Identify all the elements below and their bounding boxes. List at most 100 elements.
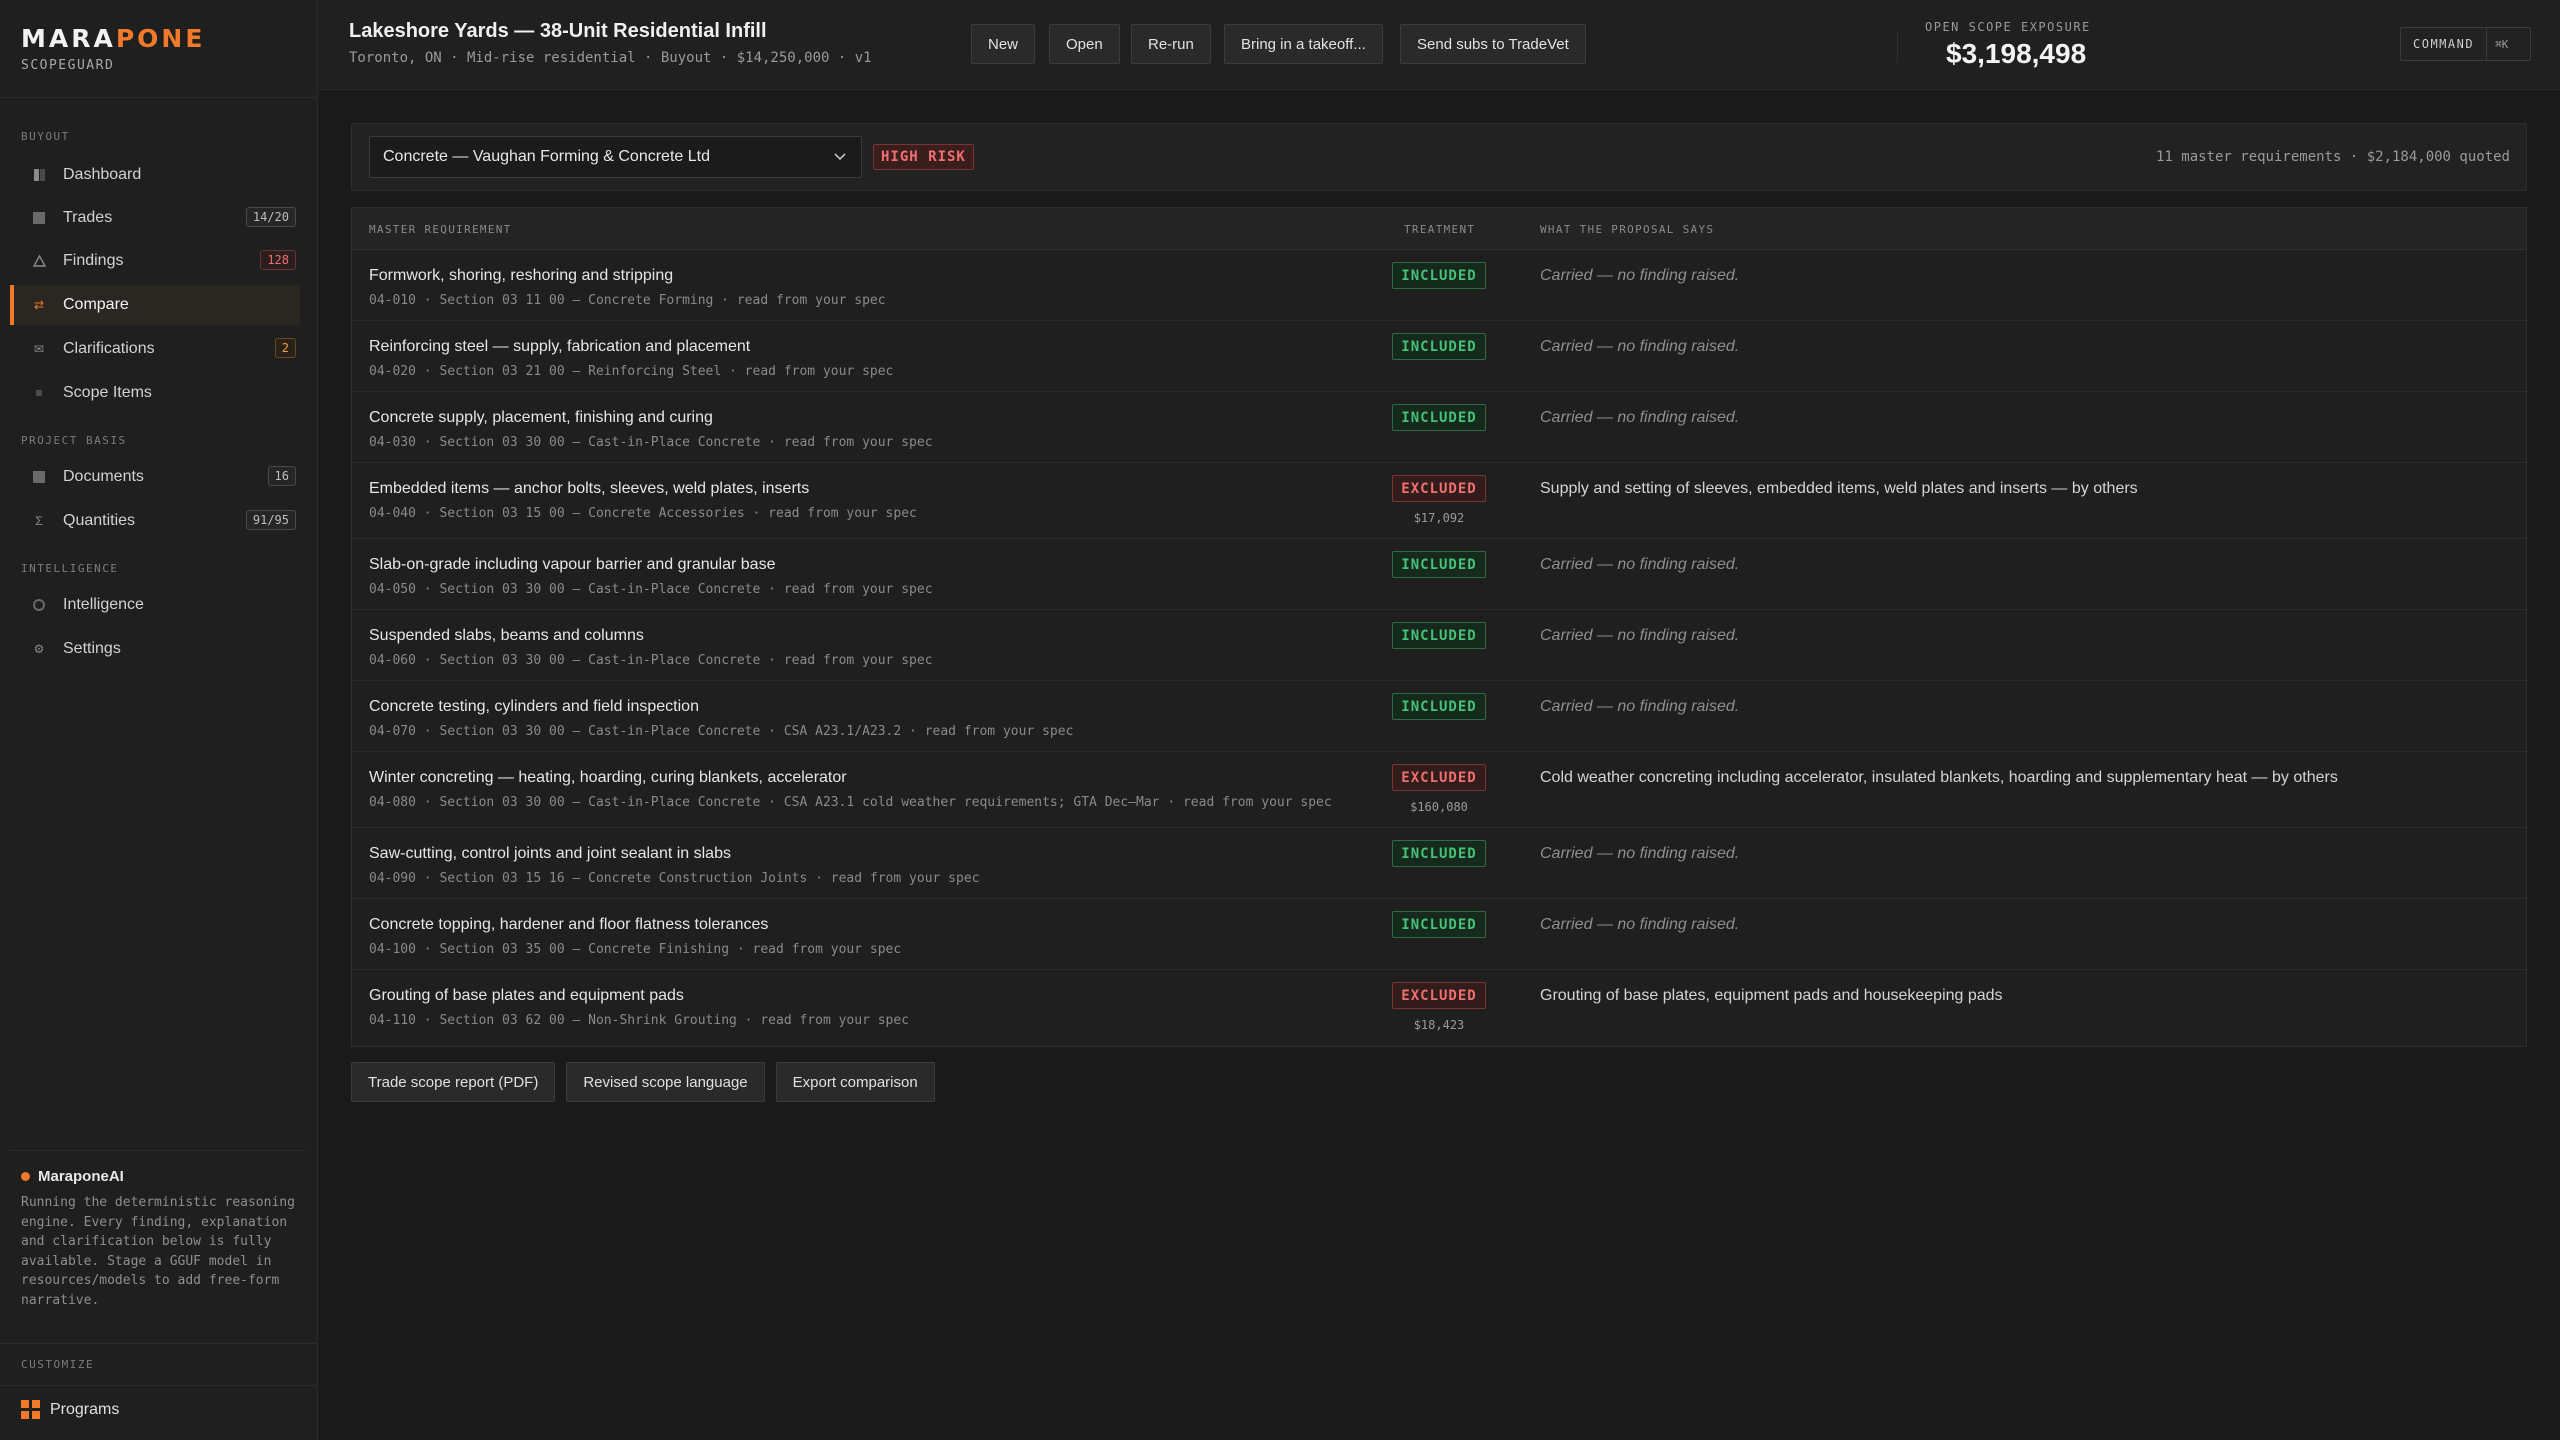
table-row[interactable]: Grouting of base plates and equipment pa… — [352, 970, 2526, 1046]
section-label-intelligence: INTELLIGENCE — [21, 562, 119, 575]
requirement-meta: 04-110 · Section 03 62 00 — Non-Shrink G… — [369, 1013, 910, 1028]
section-label-project-basis: PROJECT BASIS — [21, 434, 127, 447]
treatment-badge: INCLUDED — [1392, 840, 1486, 867]
divider — [10, 1150, 306, 1151]
proposal-text: Carried — no finding raised. — [1540, 698, 1740, 715]
requirement-meta: 04-040 · Section 03 15 00 — Concrete Acc… — [369, 506, 917, 521]
requirement-title: Concrete testing, cylinders and field in… — [369, 698, 699, 715]
programs-button[interactable]: Programs — [21, 1400, 119, 1419]
proposal-text: Grouting of base plates, equipment pads … — [1540, 987, 2003, 1004]
requirement-title: Slab-on-grade including vapour barrier a… — [369, 556, 776, 573]
column-header: WHAT THE PROPOSAL SAYS — [1540, 223, 1715, 236]
requirement-meta: 04-050 · Section 03 30 00 — Cast-in-Plac… — [369, 582, 933, 597]
treatment-badge: EXCLUDED — [1392, 475, 1486, 502]
proposal-text: Carried — no finding raised. — [1540, 338, 1740, 355]
sidebar-item-scope-items[interactable]: ≡ Scope Items — [10, 373, 300, 413]
section-label-buyout: BUYOUT — [21, 130, 70, 143]
warning-icon — [32, 254, 46, 268]
bring-in-takeoff-button[interactable]: Bring in a takeoff... — [1224, 24, 1383, 64]
top-header: Lakeshore Yards — 38-Unit Residential In… — [319, 0, 2560, 90]
send-subs-button[interactable]: Send subs to TradeVet — [1400, 24, 1586, 64]
table-row[interactable]: Slab-on-grade including vapour barrier a… — [352, 539, 2526, 610]
sidebar-item-intelligence[interactable]: Intelligence — [10, 585, 300, 625]
chevron-down-icon — [833, 148, 847, 171]
table-row[interactable]: Reinforcing steel — supply, fabrication … — [352, 321, 2526, 392]
trade-scope-report-button[interactable]: Trade scope report (PDF) — [351, 1062, 556, 1102]
proposal-text: Carried — no finding raised. — [1540, 556, 1740, 573]
open-button[interactable]: Open — [1049, 24, 1120, 64]
sigma-icon: Σ — [35, 514, 43, 528]
requirement-title: Saw-cutting, control joints and joint se… — [369, 845, 731, 862]
requirement-meta: 04-090 · Section 03 15 16 — Concrete Con… — [369, 871, 980, 886]
table-row[interactable]: Formwork, shoring, reshoring and strippi… — [352, 250, 2526, 321]
sidebar-item-quantities[interactable]: Σ Quantities 91/95 — [10, 501, 300, 541]
proposal-text: Carried — no finding raised. — [1540, 845, 1740, 862]
sidebar-item-trades[interactable]: Trades 14/20 — [10, 198, 300, 238]
status-dot-icon — [21, 1172, 30, 1181]
table-header: MASTER REQUIREMENT TREATMENT WHAT THE PR… — [352, 208, 2526, 250]
ai-description: Running the deterministic reasoning engi… — [21, 1195, 295, 1308]
exposure-amount: $18,423 — [1413, 1018, 1465, 1032]
revised-scope-language-button[interactable]: Revised scope language — [566, 1062, 765, 1102]
divider — [1897, 30, 1898, 62]
proposal-text: Supply and setting of sleeves, embedded … — [1540, 480, 2138, 497]
table-row[interactable]: Saw-cutting, control joints and joint se… — [352, 828, 2526, 899]
table-row[interactable]: Winter concreting — heating, hoarding, c… — [352, 752, 2526, 828]
export-comparison-button[interactable]: Export comparison — [775, 1062, 935, 1102]
column-header: TREATMENT — [1404, 223, 1476, 236]
dashboard-icon — [32, 168, 46, 182]
treatment-badge: EXCLUDED — [1392, 982, 1486, 1009]
risk-badge: HIGH RISK — [873, 144, 974, 170]
sidebar-item-dashboard[interactable]: Dashboard — [10, 155, 300, 195]
divider — [0, 1343, 318, 1344]
sidebar-item-findings[interactable]: Findings 128 — [10, 241, 300, 281]
count-badge: 16 — [267, 466, 296, 486]
rerun-button[interactable]: Re-run — [1131, 24, 1211, 64]
gear-icon: ⚙ — [33, 642, 45, 656]
requirement-title: Concrete supply, placement, finishing an… — [369, 409, 713, 426]
proposal-text: Carried — no finding raised. — [1540, 916, 1740, 933]
sidebar-item-documents[interactable]: Documents 16 — [10, 457, 300, 497]
proposal-text: Carried — no finding raised. — [1540, 409, 1740, 426]
brand-name-accent: PONE — [115, 24, 206, 53]
section-label-customize: CUSTOMIZE — [21, 1358, 95, 1371]
requirement-meta: 04-100 · Section 03 35 00 — Concrete Fin… — [369, 942, 902, 957]
treatment-badge: INCLUDED — [1392, 622, 1486, 649]
comparison-table: MASTER REQUIREMENT TREATMENT WHAT THE PR… — [351, 207, 2527, 1047]
exposure-amount: $160,080 — [1410, 800, 1468, 814]
report-actions: Trade scope report (PDF) Revised scope l… — [351, 1062, 935, 1102]
project-title: Lakeshore Yards — 38-Unit Residential In… — [349, 20, 767, 42]
exposure-amount: $17,092 — [1413, 511, 1465, 525]
table-row[interactable]: Embedded items — anchor bolts, sleeves, … — [352, 463, 2526, 539]
brand-logo[interactable]: MARAPONE SCOPEGUARD — [21, 24, 205, 73]
requirement-meta: 04-030 · Section 03 30 00 — Cast-in-Plac… — [369, 435, 933, 450]
sidebar-item-label: Trades — [63, 209, 113, 226]
table-row[interactable]: Concrete testing, cylinders and field in… — [352, 681, 2526, 752]
table-row[interactable]: Concrete topping, hardener and floor fla… — [352, 899, 2526, 970]
sidebar-item-label: Documents — [63, 468, 144, 485]
sidebar-item-label: Compare — [63, 296, 129, 313]
table-row[interactable]: Concrete supply, placement, finishing an… — [352, 392, 2526, 463]
sidebar-item-label: Dashboard — [63, 166, 142, 183]
command-palette-button[interactable]: COMMAND ⌘K — [2400, 27, 2531, 61]
project-meta: Toronto, ON · Mid-rise residential · Buy… — [349, 50, 872, 66]
circle-icon — [32, 598, 46, 612]
trade-filter-bar: Concrete — Vaughan Forming & Concrete Lt… — [351, 123, 2527, 191]
requirement-meta: 04-010 · Section 03 11 00 — Concrete For… — [369, 293, 886, 308]
proposal-text: Cold weather concreting including accele… — [1540, 769, 2338, 786]
treatment-badge: INCLUDED — [1392, 551, 1486, 578]
compare-arrows-icon: ⇄ — [33, 298, 45, 312]
table-row[interactable]: Suspended slabs, beams and columns 04-06… — [352, 610, 2526, 681]
requirement-title: Suspended slabs, beams and columns — [369, 627, 644, 644]
sidebar-item-clarifications[interactable]: ✉ Clarifications 2 — [10, 329, 300, 369]
trade-select[interactable]: Concrete — Vaughan Forming & Concrete Lt… — [369, 136, 862, 178]
requirement-meta: 04-020 · Section 03 21 00 — Reinforcing … — [369, 364, 894, 379]
count-badge: 14/20 — [245, 207, 296, 227]
sidebar-item-settings[interactable]: ⚙ Settings — [10, 629, 300, 669]
count-badge: 91/95 — [245, 510, 296, 530]
ai-title-text: MaraponeAI — [38, 1168, 124, 1185]
new-button[interactable]: New — [971, 24, 1036, 64]
divider — [0, 1385, 318, 1386]
ai-title: MaraponeAI — [21, 1168, 299, 1185]
sidebar-item-compare[interactable]: ⇄ Compare — [10, 285, 300, 325]
